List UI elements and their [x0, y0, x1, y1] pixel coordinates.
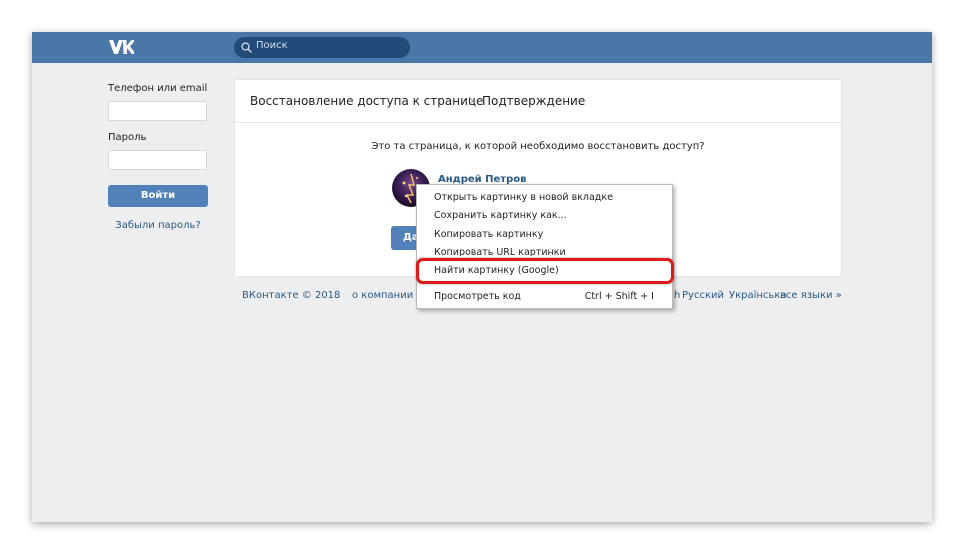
phone-label: Телефон или email [108, 83, 208, 94]
footer-lang-ukrainian[interactable]: Українська [729, 290, 787, 301]
menu-save-image-as[interactable]: Сохранить картинку как... [434, 210, 567, 221]
menu-copy-image[interactable]: Копировать картинку [434, 229, 543, 240]
footer-all-languages[interactable]: все языки » [780, 290, 842, 301]
menu-separator [418, 283, 671, 284]
breadcrumb-recovery[interactable]: Восстановление доступа к странице [250, 94, 483, 108]
breadcrumb: Восстановление доступа к странице Подтве… [235, 80, 841, 123]
search-placeholder: Поиск [256, 40, 288, 51]
top-navigation-bar: Поиск [32, 32, 932, 63]
menu-inspect[interactable]: Просмотреть код [434, 291, 521, 302]
menu-separator [418, 258, 671, 259]
browser-viewport: Поиск Телефон или email Пароль Войти Заб… [32, 32, 932, 522]
menu-search-image-google[interactable]: Найти картинку (Google) [434, 265, 559, 276]
password-label: Пароль [108, 132, 147, 143]
footer-lang-russian[interactable]: Русский [682, 290, 724, 301]
context-menu: Открыть картинку в новой вкладке Сохрани… [416, 184, 673, 309]
search-input[interactable]: Поиск [234, 37, 410, 58]
menu-copy-image-url[interactable]: Копировать URL картинки [434, 247, 566, 256]
forgot-password-link[interactable]: Забыли пароль? [108, 220, 208, 231]
search-icon [241, 42, 252, 53]
breadcrumb-confirmation: Подтверждение [482, 94, 586, 108]
recovery-question: Это та страница, к которой необходимо во… [371, 141, 705, 152]
footer-copyright: ВКонтакте © 2018 [242, 290, 341, 301]
login-button[interactable]: Войти [108, 185, 208, 207]
footer-about-link[interactable]: о компании [352, 290, 413, 301]
footer-lang-partial[interactable]: h [674, 290, 680, 301]
chevron-right-icon [468, 96, 474, 106]
password-input[interactable] [108, 150, 207, 170]
menu-inspect-shortcut: Ctrl + Shift + I [584, 291, 654, 302]
phone-input[interactable] [108, 101, 207, 121]
menu-open-image-new-tab[interactable]: Открыть картинку в новой вкладке [434, 192, 613, 203]
vk-logo-icon[interactable] [108, 39, 134, 55]
